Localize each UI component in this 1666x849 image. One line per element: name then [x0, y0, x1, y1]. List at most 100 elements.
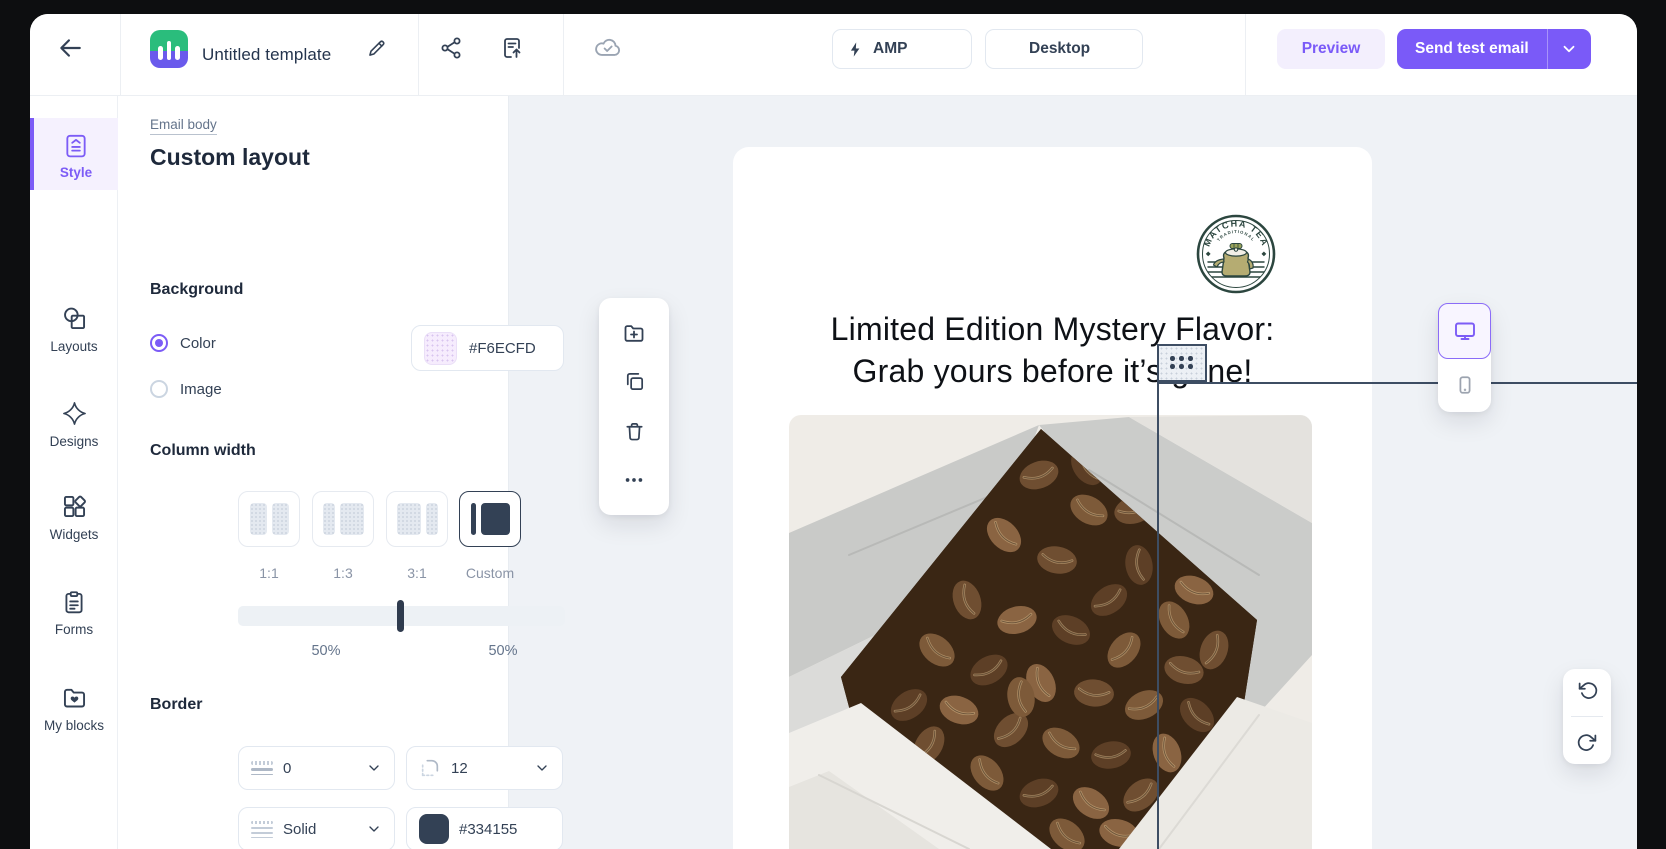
chevron-down-icon: [534, 760, 550, 776]
share-button[interactable]: [431, 28, 471, 68]
heading-line-2: Grab yours before it’s gone!: [733, 350, 1372, 392]
sidebar-item-label: Forms: [55, 622, 93, 637]
sidebar-item-style[interactable]: Style: [30, 118, 118, 190]
background-section-heading: Background: [150, 281, 243, 299]
chevron-down-icon: [366, 821, 382, 837]
sidebar: Style Layouts Designs Widgets Forms My b…: [30, 96, 118, 849]
back-button[interactable]: [50, 28, 90, 68]
more-options-button[interactable]: [614, 460, 654, 500]
coffee-bag-illustration: [789, 415, 1312, 849]
border-color-hex-value: #334155: [459, 821, 550, 838]
edit-title-button[interactable]: [356, 28, 396, 68]
sidebar-item-forms[interactable]: Forms: [30, 583, 118, 637]
redo-icon: [1577, 732, 1598, 753]
email-heading-block[interactable]: Limited Edition Mystery Flavor: Grab you…: [733, 308, 1372, 392]
delete-block-button[interactable]: [614, 411, 654, 451]
ratio-label: 3:1: [386, 565, 448, 581]
block-drag-handle[interactable]: [1157, 344, 1207, 382]
ratio-option-1-1[interactable]: [238, 491, 300, 547]
matcha-tea-logo[interactable]: MATCHA TEA TRADITIONAL: [1196, 214, 1276, 294]
folder-plus-icon: [622, 321, 646, 345]
redo-button[interactable]: [1569, 724, 1605, 760]
pencil-icon: [366, 38, 387, 59]
designs-icon: [61, 400, 88, 427]
app-window: Untitled template AMP Desktop Preview: [30, 14, 1637, 849]
column-width-section-heading: Column width: [150, 442, 256, 460]
style-icon: [63, 132, 89, 158]
topbar: Untitled template AMP Desktop Preview: [30, 14, 1637, 96]
file-export-icon: [500, 36, 524, 60]
editor-canvas: MATCHA TEA TRADITIONAL Limited Edition M…: [508, 96, 1637, 849]
heading-line-1: Limited Edition Mystery Flavor:: [733, 308, 1372, 350]
share-icon: [439, 36, 463, 60]
app-window-backdrop: Untitled template AMP Desktop Preview: [0, 0, 1666, 849]
divider: [1245, 14, 1246, 95]
ratio-option-3-1[interactable]: [386, 491, 448, 547]
panel-title: Custom layout: [150, 144, 310, 171]
border-radius-dropdown[interactable]: 12: [406, 746, 563, 790]
border-radius-icon: [419, 757, 441, 779]
image-radio-label: Image: [180, 381, 222, 398]
preview-device-dropdown[interactable]: Desktop: [985, 29, 1143, 69]
border-color-picker[interactable]: #334155: [406, 807, 563, 849]
background-image-radio[interactable]: Image: [150, 380, 222, 398]
send-test-email-button[interactable]: Send test email: [1397, 29, 1547, 69]
coffee-beans-image[interactable]: [789, 415, 1312, 849]
border-style-dropdown[interactable]: Solid: [238, 807, 395, 849]
mailmodo-logo[interactable]: [150, 30, 188, 68]
preview-label: Preview: [1302, 40, 1361, 58]
border-width-value: 0: [283, 760, 356, 777]
mobile-view-button[interactable]: [1438, 359, 1491, 413]
breadcrumb-email-body[interactable]: Email body: [150, 117, 217, 135]
border-width-icon: [251, 761, 273, 775]
trash-icon: [623, 420, 646, 443]
undo-button[interactable]: [1569, 673, 1605, 709]
sidebar-item-label: Widgets: [50, 527, 99, 542]
color-swatch: [424, 332, 457, 365]
ratio-label: Custom: [459, 565, 521, 581]
email-preview: MATCHA TEA TRADITIONAL Limited Edition M…: [733, 147, 1372, 849]
sidebar-item-layouts[interactable]: Layouts: [30, 299, 118, 354]
send-options-button[interactable]: [1547, 29, 1591, 69]
chevron-down-icon: [1107, 41, 1123, 57]
sidebar-item-widgets[interactable]: Widgets: [30, 487, 118, 542]
background-color-radio[interactable]: Color: [150, 334, 216, 352]
widgets-icon: [61, 493, 88, 520]
send-test-email-label: Send test email: [1415, 40, 1529, 58]
lightning-bolt-icon: [847, 41, 864, 58]
amp-mode-dropdown[interactable]: AMP: [832, 29, 972, 69]
border-style-value: Solid: [283, 821, 356, 838]
chevron-down-icon: [366, 760, 382, 776]
sidebar-item-my-blocks[interactable]: My blocks: [30, 678, 118, 733]
sidebar-item-designs[interactable]: Designs: [30, 394, 118, 449]
border-width-dropdown[interactable]: 0: [238, 746, 395, 790]
border-color-swatch: [419, 814, 449, 844]
divider: [563, 14, 564, 95]
copy-icon: [623, 370, 646, 393]
border-style-icon: [251, 821, 273, 838]
ratio-option-1-3[interactable]: [312, 491, 374, 547]
amp-label: AMP: [873, 40, 907, 58]
divider: [1571, 716, 1603, 717]
layouts-icon: [61, 305, 88, 332]
ratio-option-custom[interactable]: [459, 491, 521, 547]
chevron-down-icon: [926, 41, 942, 57]
ratio-label: 1:1: [238, 565, 300, 581]
radio-selected-icon: [150, 334, 168, 352]
history-toolbar: [1563, 669, 1611, 764]
cloud-saved-icon: [593, 33, 623, 63]
device-label: Desktop: [1029, 40, 1090, 58]
background-color-picker[interactable]: #F6ECFD: [411, 325, 564, 371]
duplicate-block-button[interactable]: [614, 362, 654, 402]
left-column-percent: 50%: [296, 643, 356, 659]
desktop-icon: [1453, 319, 1477, 343]
save-block-button[interactable]: [614, 313, 654, 353]
chevron-down-icon: [1560, 40, 1578, 58]
monitor-icon: [1000, 39, 1020, 59]
preview-button[interactable]: Preview: [1277, 29, 1385, 69]
column-width-slider-handle[interactable]: [397, 600, 404, 632]
sidebar-item-label: My blocks: [44, 718, 104, 733]
export-template-button[interactable]: [492, 28, 532, 68]
desktop-view-button[interactable]: [1438, 303, 1491, 359]
my-blocks-icon: [61, 684, 88, 711]
